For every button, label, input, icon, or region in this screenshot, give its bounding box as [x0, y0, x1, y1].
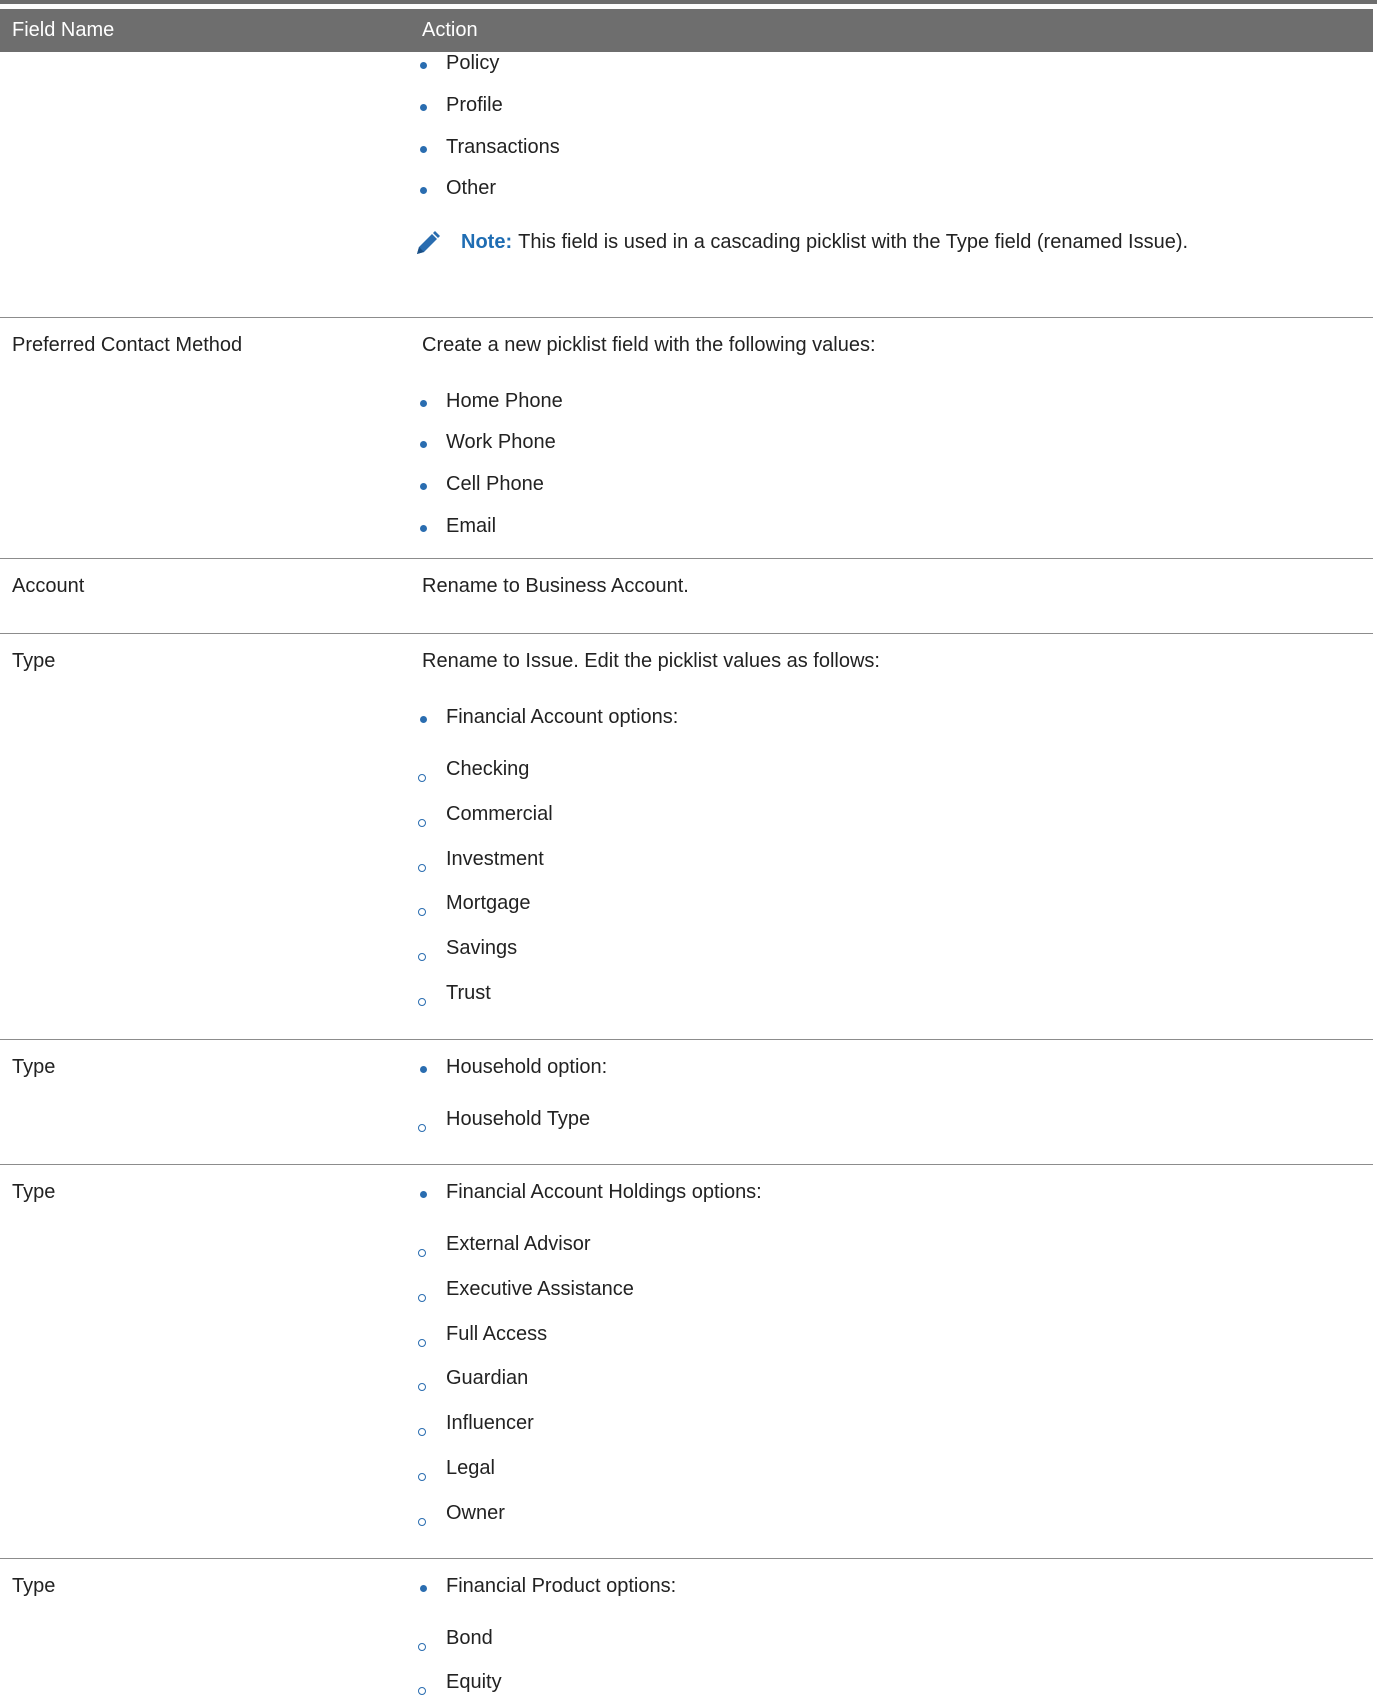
bullet-icon — [420, 104, 427, 111]
circle-bullet-icon — [418, 864, 426, 872]
field-name: Type — [12, 1181, 56, 1203]
circle-bullet-icon — [418, 1294, 426, 1302]
field-name: Type — [12, 650, 56, 672]
circle-bullet-icon — [418, 1249, 426, 1257]
field-name: Account — [12, 575, 85, 597]
bullet-icon — [420, 716, 427, 723]
row-divider — [0, 558, 1373, 559]
bullet-icon — [420, 441, 427, 448]
circle-bullet-icon — [418, 1473, 426, 1481]
field-name: Type — [12, 1575, 56, 1597]
circle-bullet-icon — [418, 1643, 426, 1651]
bullet-icon — [420, 146, 427, 153]
circle-bullet-icon — [418, 908, 426, 916]
top-rule — [0, 0, 1377, 4]
bullet-icon — [420, 187, 427, 194]
note: Note: This field is used in a cascading p… — [417, 231, 1189, 254]
row-divider — [0, 1558, 1373, 1559]
action-text: Create a new picklist field with the fol… — [422, 334, 876, 356]
bullet-icon — [420, 1585, 427, 1592]
circle-bullet-icon — [418, 1383, 426, 1391]
circle-bullet-icon — [418, 1428, 426, 1436]
field-name: Type — [12, 1056, 56, 1078]
bullet-icon — [420, 525, 427, 532]
note-label: Note: — [461, 231, 513, 253]
header-field-name: Field Name — [12, 19, 115, 41]
action-text: Rename to Issue. Edit the picklist value… — [422, 650, 880, 672]
row-divider — [0, 1039, 1373, 1040]
circle-bullet-icon — [418, 819, 426, 827]
circle-bullet-icon — [418, 1339, 426, 1347]
table-header: Field Name Action — [0, 9, 1373, 52]
row-divider — [0, 633, 1373, 634]
pencil-icon — [417, 231, 440, 254]
bullet-icon — [420, 62, 427, 69]
bullet-icon — [420, 400, 427, 407]
row-divider — [0, 317, 1373, 318]
circle-bullet-icon — [418, 1518, 426, 1526]
circle-bullet-icon — [418, 953, 426, 961]
circle-bullet-icon — [418, 1687, 426, 1695]
bullet-icon — [420, 483, 427, 490]
note-text: This field is used in a cascading pickli… — [518, 231, 1189, 253]
circle-bullet-icon — [418, 998, 426, 1006]
circle-bullet-icon — [418, 1124, 426, 1132]
action-text: Rename to Business Account. — [422, 575, 689, 597]
circle-bullet-icon — [418, 774, 426, 782]
field-name: Preferred Contact Method — [12, 334, 243, 356]
bullet-icon — [420, 1191, 427, 1198]
header-action: Action — [422, 19, 478, 41]
row-divider — [0, 1164, 1373, 1165]
bullet-icon — [420, 1066, 427, 1073]
